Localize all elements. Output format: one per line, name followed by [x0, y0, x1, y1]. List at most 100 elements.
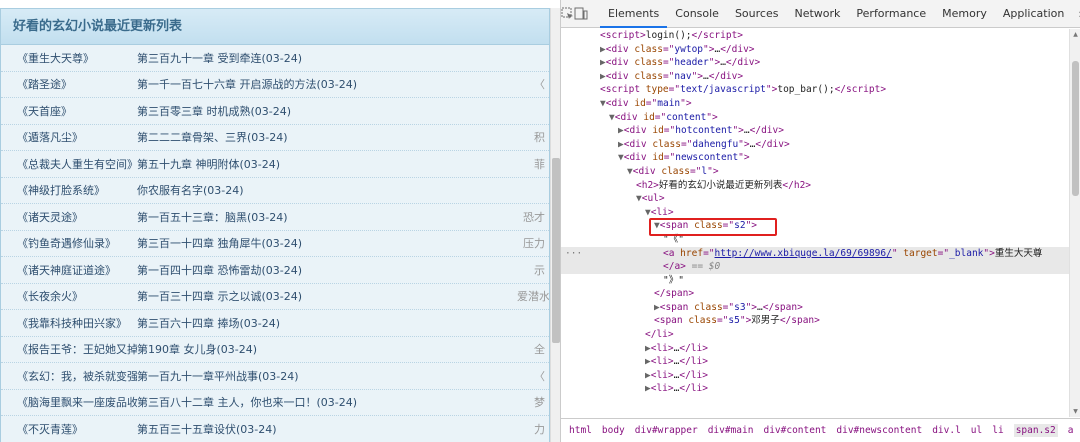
breadcrumb-item[interactable]: ul: [971, 425, 982, 436]
latest-chapter-link[interactable]: 第三百零三章 时机成熟(03-24): [137, 103, 517, 119]
list-item: 《诸天灵途》 第一百五十三章：脑黑(03-24) 恐才: [1, 204, 549, 231]
latest-chapter-link[interactable]: 第一千一百七十六章 开启源战的方法(03-24): [137, 76, 517, 92]
dom-node-line[interactable]: ▶<li>…</li>: [561, 342, 1069, 356]
dom-node-line[interactable]: ▶<div class="dahengfu">…</div>: [561, 138, 1069, 152]
dom-node-line[interactable]: "》": [561, 274, 1069, 288]
page-scrollbar-thumb[interactable]: [552, 158, 560, 343]
latest-chapter-link[interactable]: 第190章 女儿身(03-24): [137, 341, 517, 357]
dom-node-line[interactable]: ▶<div class="header">…</div>: [561, 56, 1069, 70]
latest-chapter-link[interactable]: 第一百五十三章：脑黑(03-24): [137, 209, 517, 225]
dom-tree-scrollbar-thumb[interactable]: [1072, 61, 1079, 196]
dom-node-line[interactable]: ▼<div id="main">: [561, 97, 1069, 111]
tab-performance[interactable]: Performance: [848, 0, 934, 28]
breadcrumb-item[interactable]: a: [1068, 425, 1074, 436]
dom-node-line[interactable]: ▼<div id="newscontent">: [561, 151, 1069, 165]
novel-title-link[interactable]: 《长夜余火》: [1, 288, 137, 304]
list-item: 《长夜余火》 第一百三十四章 示之以诚(03-24) 爱潜水: [1, 284, 549, 310]
selected-node-marker: ···: [565, 247, 583, 259]
dom-node-line[interactable]: ▶<div class="ywtop">…</div>: [561, 43, 1069, 57]
author-name: 〈: [534, 78, 545, 92]
breadcrumb-item[interactable]: li: [992, 425, 1003, 436]
scroll-up-icon[interactable]: ▲: [1070, 31, 1080, 38]
latest-chapter-link[interactable]: 第一百四十四章 恐怖雷劫(03-24): [137, 262, 517, 278]
list-item: 《脑海里飘来一座废品收购 第三百八十二章 主人，你也来一口！(03-24) 梦: [1, 390, 549, 416]
breadcrumb-item[interactable]: html: [569, 425, 592, 436]
dom-node-line[interactable]: ▶<li>…</li>: [561, 369, 1069, 383]
novel-title-link[interactable]: 《不灭青莲》: [1, 421, 137, 437]
scroll-down-icon[interactable]: ▼: [1070, 408, 1080, 415]
dom-node-line[interactable]: </span>: [561, 287, 1069, 301]
novel-title-link[interactable]: 《重生大天尊》: [1, 50, 137, 66]
dom-node-line[interactable]: ▶<div id="hotcontent">…</div>: [561, 124, 1069, 138]
list-item: 《报告王爷：王妃她又掉马 第190章 女儿身(03-24) 全: [1, 337, 549, 363]
novel-title-link[interactable]: 《天首座》: [1, 103, 137, 119]
breadcrumb-item[interactable]: div#main: [708, 425, 754, 436]
dom-node-line[interactable]: "《": [561, 233, 1069, 247]
latest-chapter-link[interactable]: 第五十九章 神明附体(03-24): [137, 156, 517, 172]
dom-node-line[interactable]: ▶<span class="s3">…</span>: [561, 301, 1069, 315]
devtools-tabs: Elements Console Sources Network Performance…: [600, 0, 1072, 28]
latest-chapter-link[interactable]: 第五百三十五章设伏(03-24): [137, 421, 517, 437]
tab-console[interactable]: Console: [667, 0, 727, 28]
list-item: 《诸天神庭证道途》 第一百四十四章 恐怖雷劫(03-24) 示: [1, 257, 549, 284]
dom-node-line[interactable]: <script>login();</script>: [561, 29, 1069, 43]
device-toolbar-icon[interactable]: [574, 0, 588, 28]
dom-node-line[interactable]: ▼<ul>: [561, 192, 1069, 206]
novel-title-link[interactable]: 《神级打脸系统》: [1, 182, 137, 198]
latest-chapter-link[interactable]: 第一百九十一章平州战事(03-24): [137, 368, 517, 384]
author-name: 示: [534, 263, 545, 277]
more-tabs-button[interactable]: »: [1072, 7, 1080, 21]
list-item: 《玄幻：我，被杀就变强！》第一百九十一章平州战事(03-24) 〈: [1, 363, 549, 390]
latest-chapter-link[interactable]: 第三百一十四章 独角犀牛(03-24): [137, 235, 517, 251]
inspect-element-icon[interactable]: [561, 0, 574, 28]
novel-title-link[interactable]: 《脑海里飘来一座废品收购: [1, 394, 137, 410]
dom-node-line[interactable]: <span class="s5">邓男子</span>: [561, 314, 1069, 328]
tab-sources[interactable]: Sources: [727, 0, 787, 28]
dom-node-line[interactable]: ▶<li>…</li>: [561, 382, 1069, 396]
dom-node-line[interactable]: </li>: [561, 328, 1069, 342]
dom-node-line[interactable]: ▶<li>…</li>: [561, 355, 1069, 369]
latest-chapter-link[interactable]: 你农服有名字(03-24): [137, 182, 517, 198]
list-item: 《不灭青莲》 第五百三十五章设伏(03-24) 力: [1, 416, 549, 442]
list-item: 《遁落凡尘》 第二二二章骨架、三界(03-24) 积: [1, 125, 549, 151]
list-item: 《神级打脸系统》 你农服有名字(03-24): [1, 178, 549, 204]
novel-title-link[interactable]: 《诸天灵途》: [1, 209, 137, 225]
dom-node-line[interactable]: <h2>好看的玄幻小说最近更新列表</h2>: [561, 179, 1069, 193]
breadcrumb-item[interactable]: div#wrapper: [635, 425, 698, 436]
dom-node-line[interactable]: <script type="text/javascript">top_bar()…: [561, 83, 1069, 97]
novel-title-link[interactable]: 《我靠科技种田兴家》: [1, 315, 137, 331]
web-page: 好看的玄幻小说最近更新列表 《重生大天尊》 第三百九十一章 受到牵连(03-24)…: [0, 0, 560, 442]
tab-network[interactable]: Network: [786, 0, 848, 28]
novel-title-link[interactable]: 《玄幻：我，被杀就变强！》: [1, 368, 137, 384]
author-name: 菲: [534, 157, 545, 171]
novel-title-link[interactable]: 《总裁夫人重生有空间》: [1, 156, 137, 172]
latest-chapter-link[interactable]: 第三百九十一章 受到牵连(03-24): [137, 50, 517, 66]
novel-title-link[interactable]: 《遁落凡尘》: [1, 129, 137, 145]
dom-node-line[interactable]: ▼<div id="content">: [561, 111, 1069, 125]
dom-node-line[interactable]: ▶<div class="nav">…</div>: [561, 70, 1069, 84]
breadcrumb-item[interactable]: span.s2: [1013, 424, 1058, 437]
novel-title-link[interactable]: 《踏圣途》: [1, 76, 137, 92]
devtools-toolbar: Elements Console Sources Network Performance…: [561, 0, 1080, 28]
latest-chapter-link[interactable]: 第二二二章骨架、三界(03-24): [137, 129, 517, 145]
latest-chapter-link[interactable]: 第一百三十四章 示之以诚(03-24): [137, 288, 517, 304]
dom-tree-scrollbar[interactable]: ▲ ▼: [1069, 29, 1080, 417]
dom-node-line[interactable]: </a> == $0: [561, 260, 1069, 274]
latest-chapter-link[interactable]: 第三百六十四章 捧场(03-24): [137, 315, 517, 331]
tab-elements[interactable]: Elements: [600, 0, 668, 28]
tab-memory[interactable]: Memory: [934, 0, 995, 28]
dom-node-line[interactable]: ▼<span class="s2">: [561, 219, 1069, 233]
page-scrollbar[interactable]: [550, 8, 560, 442]
dom-node-line[interactable]: ▼<div class="l">: [561, 165, 1069, 179]
novel-title-link[interactable]: 《报告王爷：王妃她又掉马: [1, 341, 137, 357]
dom-node-line[interactable]: ▼<li>: [561, 206, 1069, 220]
breadcrumb-item[interactable]: div#content: [763, 425, 826, 436]
breadcrumb-item[interactable]: body: [602, 425, 625, 436]
novel-title-link[interactable]: 《钓鱼奇遇修仙录》: [1, 235, 137, 251]
breadcrumb-item[interactable]: div#newscontent: [836, 425, 922, 436]
dom-node-line[interactable]: <a href="http://www.xbiquge.la/69/69896/…: [561, 246, 1069, 261]
latest-chapter-link[interactable]: 第三百八十二章 主人，你也来一口！(03-24): [137, 394, 517, 410]
tab-application[interactable]: Application: [995, 0, 1072, 28]
breadcrumb-item[interactable]: div.l: [932, 425, 961, 436]
novel-title-link[interactable]: 《诸天神庭证道途》: [1, 262, 137, 278]
